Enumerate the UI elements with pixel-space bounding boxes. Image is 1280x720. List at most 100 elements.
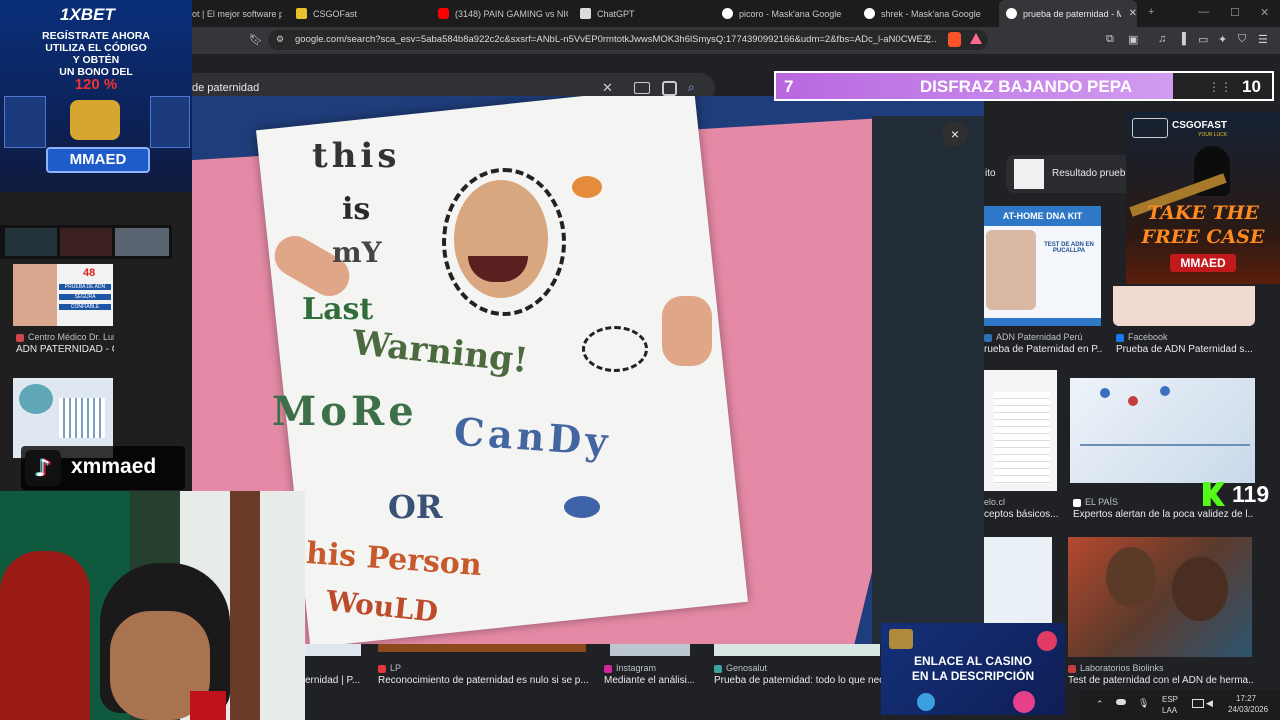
menu-icon[interactable]: ☰ xyxy=(1258,33,1268,46)
tab-chatgpt[interactable]: ChatGPT xyxy=(580,0,700,27)
source-favicon-icon xyxy=(714,664,722,673)
fist-hand xyxy=(662,296,712,366)
result-source: Genosalut xyxy=(714,663,767,673)
redeem-label: DISFRAZ BAJANDO PEPA xyxy=(919,77,1133,96)
filter-chip-thumb xyxy=(1014,159,1044,189)
tab-youtube[interactable]: (3148) PAIN GAMING vs NIGM xyxy=(438,0,568,27)
thumb-line: PRUEBA DE ADN xyxy=(59,284,111,290)
result-image-bottom[interactable] xyxy=(305,644,361,656)
result-title[interactable]: Reconocimiento de paternidad es nulo si … xyxy=(378,675,588,686)
ad-line: REGÍSTRATE AHORA xyxy=(42,30,150,42)
leo-icon[interactable]: ✦ xyxy=(1218,33,1227,46)
chatgpt-favicon-icon xyxy=(580,8,591,19)
rewards-icon[interactable] xyxy=(970,33,982,44)
1xbet-logo: 1XBET xyxy=(60,5,115,24)
tray-chevron-icon[interactable]: ⌃ xyxy=(1096,699,1104,710)
minimize-icon[interactable]: — xyxy=(1198,6,1209,18)
casino-chip-icon xyxy=(1013,691,1035,713)
sign-word: is xyxy=(342,192,371,227)
brave-shield-icon[interactable] xyxy=(948,32,961,47)
result-source: EL PAÍS xyxy=(1073,497,1118,507)
result-image-table[interactable] xyxy=(984,370,1057,491)
address-bar[interactable]: google.com/search?sca_esv=5aba584b8a922c… xyxy=(268,30,988,50)
result-image-baby[interactable] xyxy=(1113,286,1255,326)
screenshot-icon[interactable]: ▣ xyxy=(1128,33,1138,46)
site-info-icon[interactable]: ⚙︎ xyxy=(276,34,284,45)
result-title[interactable]: Prueba de ADN Paternidad s... xyxy=(1116,344,1256,355)
dna-kit-footer xyxy=(984,318,1101,326)
result-image-bottom[interactable] xyxy=(378,644,586,652)
casino-chip-icon xyxy=(917,693,935,711)
wallet-icon[interactable]: ▭ xyxy=(1198,33,1208,46)
candy-icon xyxy=(572,176,602,198)
tab-picoro[interactable]: picoro - Mask'ana Google xyxy=(722,0,852,27)
video-thumb xyxy=(60,228,112,256)
tab-csgofast[interactable]: CSGOFast xyxy=(296,0,416,27)
result-title[interactable]: Prueba de paternidad: todo lo que nece xyxy=(714,675,882,686)
onedrive-icon[interactable] xyxy=(1116,699,1126,705)
casino-line1: ENLACE AL CASINO xyxy=(913,654,1032,668)
casino-banner: ENLACE AL CASINO EN LA DESCRIPCIÓN xyxy=(881,623,1065,715)
tab-shrek[interactable]: shrek - Mask'ana Google xyxy=(864,0,994,27)
filter-chip-prefix: ito xyxy=(985,168,996,179)
clock-date: 24/03/2026 xyxy=(1228,705,1269,714)
trophy-graphic xyxy=(70,100,120,140)
language-indicator[interactable]: ESP xyxy=(1162,695,1178,704)
filter-chip[interactable]: Resultado prueb xyxy=(1006,155,1146,193)
result-image-dna-lab[interactable] xyxy=(1070,378,1255,483)
image-viewer[interactable]: this is mY Last Warning! MoRe CanDy OR h… xyxy=(192,96,984,644)
surgeon-cap xyxy=(19,384,53,414)
result-title[interactable]: rueba de Paternidad en P... xyxy=(984,344,1102,355)
close-tab-icon[interactable]: ✕ xyxy=(1129,8,1137,19)
extensions-icon[interactable]: ⧉ xyxy=(1106,33,1114,46)
maximize-icon[interactable]: ☐ xyxy=(1230,6,1240,19)
result-image-bottom[interactable] xyxy=(610,644,690,656)
result-image-dna-kit[interactable]: AT-HOME DNA KIT TEST DE ADN EN PUCALLPA xyxy=(984,206,1101,326)
search-icon[interactable]: ⌕ xyxy=(688,80,695,95)
result-title[interactable]: ADN PATERNIDAD - C xyxy=(16,344,114,355)
result-title[interactable]: ernidad | P... xyxy=(305,675,365,686)
clock-time[interactable]: 17:27 xyxy=(1236,694,1256,703)
window-close-icon[interactable]: ✕ xyxy=(1260,6,1269,19)
result-title[interactable]: ceptos básicos... xyxy=(984,509,1059,520)
tab-prueba-paternidad[interactable]: prueba de paternidad - M ✕ xyxy=(999,0,1137,27)
dna-kit-subtext: TEST DE ADN EN PUCALLPA xyxy=(1044,242,1094,254)
chart-line xyxy=(1080,444,1250,446)
google-favicon-icon xyxy=(1006,8,1017,19)
dna-gel xyxy=(59,398,105,438)
result-title[interactable]: Expertos alertan de la poca validez de l… xyxy=(1073,509,1253,520)
result-source: Instagram xyxy=(604,663,656,673)
thumb-line: CONFIABLE xyxy=(59,304,111,310)
close-viewer-button[interactable]: × xyxy=(942,121,968,147)
bookmark-icon[interactable]: 🔖︎ xyxy=(249,33,263,46)
molecule-dot xyxy=(1128,396,1138,406)
result-source: Facebook xyxy=(1116,332,1168,342)
vpn-icon[interactable]: ⛉ xyxy=(1238,33,1246,46)
dna-kit-heading: AT-HOME DNA KIT xyxy=(984,206,1101,226)
result-image-centro-medico[interactable]: 48 PRUEBA DE ADN SEGURA CONFIABLE xyxy=(13,264,113,326)
sidebar-icon[interactable]: ▐ xyxy=(1178,33,1186,45)
volume-icon[interactable]: ◀︎ xyxy=(1206,698,1213,709)
microphone-icon[interactable]: 🎙︎ xyxy=(1138,698,1149,709)
keyboard-icon[interactable] xyxy=(634,82,650,94)
new-tab-icon[interactable]: + xyxy=(1148,6,1154,18)
result-image-family-photo[interactable] xyxy=(1068,537,1252,657)
source-favicon-icon xyxy=(378,664,386,673)
clear-search-icon[interactable]: ✕ xyxy=(602,80,613,96)
ad-line: UTILIZA EL CÓDIGO xyxy=(45,42,147,54)
display-icon[interactable] xyxy=(1192,699,1204,708)
door-frame xyxy=(230,491,260,720)
result-image-bottom[interactable] xyxy=(714,644,880,656)
result-title[interactable]: Test de paternidad con el ADN de herma..… xyxy=(1068,675,1253,686)
instagram-icon xyxy=(604,664,612,673)
video-thumbs-strip[interactable] xyxy=(0,225,172,259)
dashed-loop xyxy=(582,326,648,372)
result-title[interactable]: Mediante el análisi... xyxy=(604,675,694,686)
bonus-percent: 120 % xyxy=(74,76,118,93)
taskbar-tray: ⌃ 🎙︎ ESP LAA ◀︎ 17:27 24/03/2026 xyxy=(1080,690,1280,720)
tab-1[interactable]: ot | El mejor software p xyxy=(192,0,282,27)
lens-icon[interactable] xyxy=(662,81,677,96)
share-icon[interactable]: ⇪ xyxy=(924,33,933,46)
apps-grid-icon[interactable]: ⋮⋮ xyxy=(1208,80,1232,94)
media-icon[interactable]: ♫ xyxy=(1158,33,1166,45)
